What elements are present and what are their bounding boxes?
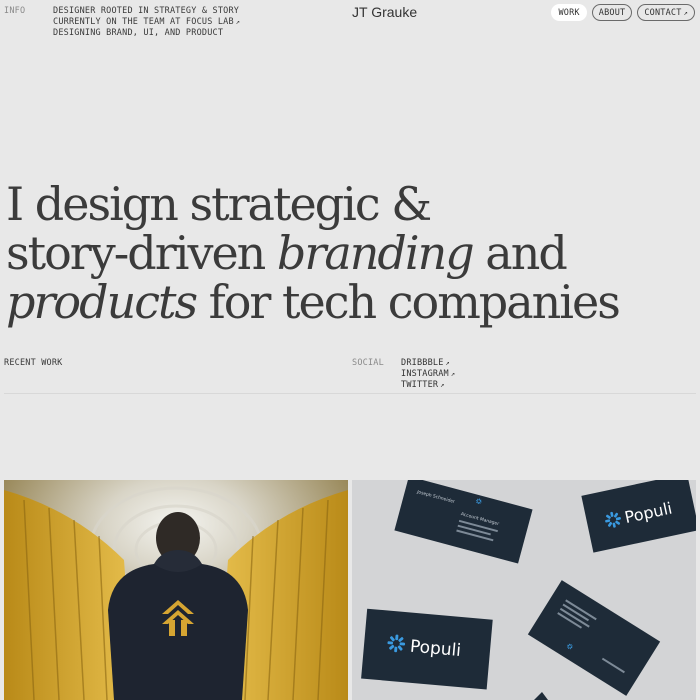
social-link-instagram[interactable]: INSTAGRAM ↗: [401, 369, 455, 380]
nav-about-button[interactable]: ABOUT: [591, 4, 633, 21]
hero-text: for tech companies: [196, 275, 621, 329]
hero-text: and: [472, 226, 568, 280]
recent-work-label: RECENT WORK: [4, 358, 63, 368]
nav-contact-button[interactable]: CONTACT ↗: [637, 4, 695, 21]
work-card-tunnel[interactable]: [4, 480, 348, 700]
dribbble-link[interactable]: DRIBBBLE: [401, 358, 444, 368]
nav-about-label: ABOUT: [598, 7, 626, 18]
social-links: DRIBBBLE ↗ INSTAGRAM ↗ TWITTER ↗: [401, 358, 455, 391]
north-east-arrow-icon: ↗: [235, 18, 241, 26]
north-east-arrow-icon: ↗: [440, 381, 445, 389]
info-lines: DESIGNER ROOTED IN STRATEGY & STORY CURR…: [53, 6, 240, 39]
instagram-link[interactable]: INSTAGRAM: [401, 369, 449, 379]
north-east-arrow-icon: ↗: [683, 8, 688, 17]
hero-emphasis: products: [6, 275, 198, 329]
nav-work-label: WORK: [558, 7, 580, 18]
info-label: INFO: [4, 6, 26, 16]
nav-contact-label: CONTACT: [644, 7, 682, 18]
twitter-link[interactable]: TWITTER: [401, 380, 438, 390]
social-link-dribbble[interactable]: DRIBBBLE ↗: [401, 358, 455, 369]
hero-heading: I design strategic & story-driven brandi…: [6, 180, 696, 327]
section-divider: [4, 393, 696, 394]
north-east-arrow-icon: ↗: [445, 359, 450, 367]
north-east-arrow-icon: ↗: [450, 370, 456, 378]
info-line-2[interactable]: CURRENTLY ON THE TEAM AT FOCUS LAB ↗: [53, 17, 240, 28]
site-brand[interactable]: JT Grauke: [352, 4, 417, 20]
nav-work-button[interactable]: WORK: [551, 4, 587, 21]
tunnel-photo: [4, 480, 348, 700]
info-line-3: DESIGNING BRAND, UI, AND PRODUCT: [53, 28, 224, 38]
hero-text: story-driven: [6, 226, 277, 280]
hero-line-2: story-driven branding and: [6, 229, 696, 278]
social-link-twitter[interactable]: TWITTER ↗: [401, 380, 455, 391]
focus-lab-link[interactable]: CURRENTLY ON THE TEAM AT FOCUS LAB: [53, 17, 234, 27]
populi-cards-photo: Joseph Schneider Account Manager Populi …: [352, 480, 696, 700]
info-line-1: DESIGNER ROOTED IN STRATEGY & STORY: [53, 6, 240, 16]
hero-line-3: products for tech companies: [6, 278, 696, 327]
hero-emphasis: branding: [276, 226, 475, 280]
top-nav: WORK ABOUT CONTACT ↗: [551, 4, 695, 21]
work-card-populi[interactable]: Joseph Schneider Account Manager Populi …: [352, 480, 696, 700]
hero-line-1: I design strategic &: [6, 177, 432, 231]
social-label: SOCIAL: [352, 358, 384, 368]
